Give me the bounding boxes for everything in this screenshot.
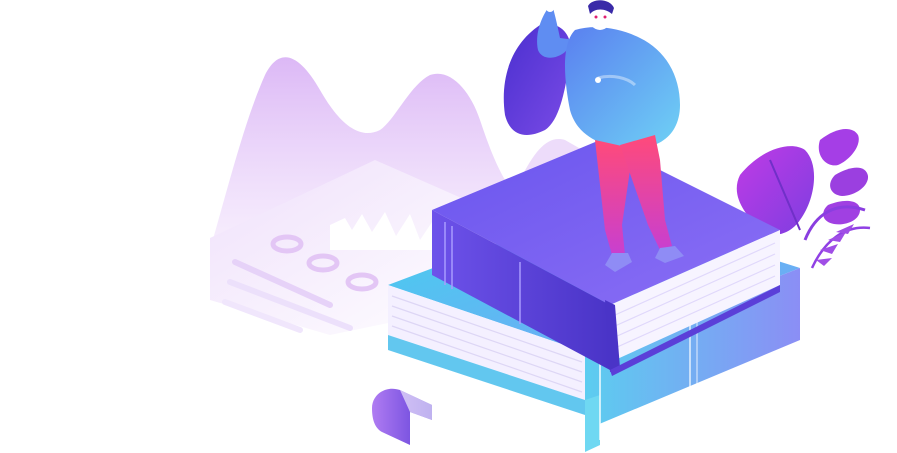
bookmark-tab [372, 388, 432, 445]
books-illustration [210, 0, 871, 452]
illustration-scene [0, 0, 897, 453]
